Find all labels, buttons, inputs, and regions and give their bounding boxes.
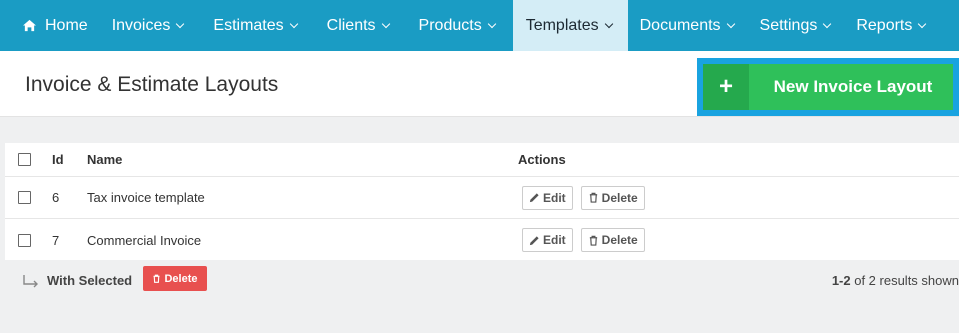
table-row: 7 Commercial Invoice Edit Delete (5, 219, 959, 261)
chevron-down-icon (487, 19, 496, 28)
nav-estimates-label: Estimates (213, 16, 284, 34)
row-select-cell (18, 219, 31, 261)
chevron-down-icon (289, 19, 298, 28)
nav-invoices[interactable]: Invoices (100, 0, 196, 51)
corner-arrow-icon (23, 274, 38, 287)
edit-button[interactable]: Edit (522, 185, 573, 210)
nav-documents[interactable]: Documents (628, 0, 746, 51)
new-invoice-layout-button[interactable]: + New Invoice Layout (703, 64, 953, 110)
chevron-down-icon (823, 19, 832, 28)
row-select-cell (18, 177, 31, 218)
row-actions: Edit Delete (522, 219, 645, 261)
row-id: 6 (52, 190, 60, 205)
row-checkbox[interactable] (18, 233, 31, 247)
pencil-icon (529, 193, 539, 203)
trash-icon (589, 192, 597, 203)
edit-label: Edit (543, 190, 566, 205)
pencil-icon (529, 235, 539, 245)
chevron-down-icon (726, 19, 735, 28)
top-nav: Home Invoices Estimates Clients Products… (0, 0, 959, 51)
results-range: 1-2 (831, 273, 851, 288)
new-invoice-layout-label: New Invoice Layout (773, 77, 933, 96)
nav-estimates[interactable]: Estimates (195, 0, 308, 51)
bulk-delete-label: Delete (164, 272, 198, 285)
page-header: Invoice & Estimate Layouts + New Invoice… (0, 51, 959, 117)
results-count: 1-2 of 2 results shown (832, 273, 959, 288)
delete-button[interactable]: Delete (580, 185, 645, 210)
table-header-row: Id Name Actions (5, 143, 959, 177)
plus-icon: + (703, 64, 749, 110)
nav-documents-label: Documents (639, 16, 721, 34)
delete-label: Delete (601, 190, 638, 205)
row-actions: Edit Delete (522, 177, 645, 218)
layouts-table: Id Name Actions 6 Tax invoice template E… (5, 143, 959, 261)
edit-button[interactable]: Edit (522, 228, 573, 252)
table-footer: With Selected Delete 1-2 of 2 results sh… (0, 260, 959, 300)
select-all-cell (18, 143, 31, 176)
results-text: of 2 results shown (850, 273, 959, 288)
page-title: Invoice & Estimate Layouts (25, 73, 279, 96)
row-checkbox[interactable] (18, 191, 31, 204)
nav-clients-label: Clients (326, 16, 376, 34)
nav-reports[interactable]: Reports (842, 0, 937, 51)
chevron-down-icon (176, 19, 185, 28)
bulk-delete-button[interactable]: Delete (143, 266, 207, 291)
column-header-id[interactable]: Id (52, 143, 64, 176)
nav-settings-label: Settings (759, 16, 818, 34)
delete-label: Delete (601, 233, 638, 247)
nav-reports-label: Reports (856, 16, 913, 34)
column-header-name[interactable]: Name (87, 143, 122, 176)
chevron-down-icon (381, 19, 390, 28)
trash-icon (153, 274, 160, 283)
edit-label: Edit (543, 233, 566, 247)
with-selected-label: With Selected (47, 273, 133, 288)
new-invoice-layout-focus-ring: + New Invoice Layout (697, 58, 959, 116)
with-selected: With Selected (21, 273, 132, 288)
row-name[interactable]: Tax invoice template (87, 177, 205, 218)
row-id: 7 (52, 232, 60, 248)
column-header-actions: Actions (518, 152, 566, 167)
delete-button[interactable]: Delete (580, 228, 645, 252)
nav-settings[interactable]: Settings (746, 0, 843, 51)
nav-products[interactable]: Products (401, 0, 507, 51)
select-all-checkbox[interactable] (18, 153, 31, 166)
nav-templates[interactable]: Templates (512, 0, 628, 51)
home-icon (23, 19, 36, 32)
nav-invoices-label: Invoices (111, 16, 171, 34)
nav-products-label: Products (418, 16, 482, 34)
row-name[interactable]: Commercial Invoice (87, 219, 201, 261)
nav-clients[interactable]: Clients (309, 0, 401, 51)
nav-home[interactable]: Home (0, 0, 100, 51)
chevron-down-icon (918, 19, 927, 28)
trash-icon (589, 235, 597, 246)
chevron-down-icon (604, 19, 613, 28)
table-row: 6 Tax invoice template Edit Delete (5, 177, 959, 219)
nav-home-label: Home (45, 16, 88, 34)
nav-templates-label: Templates (525, 16, 599, 34)
